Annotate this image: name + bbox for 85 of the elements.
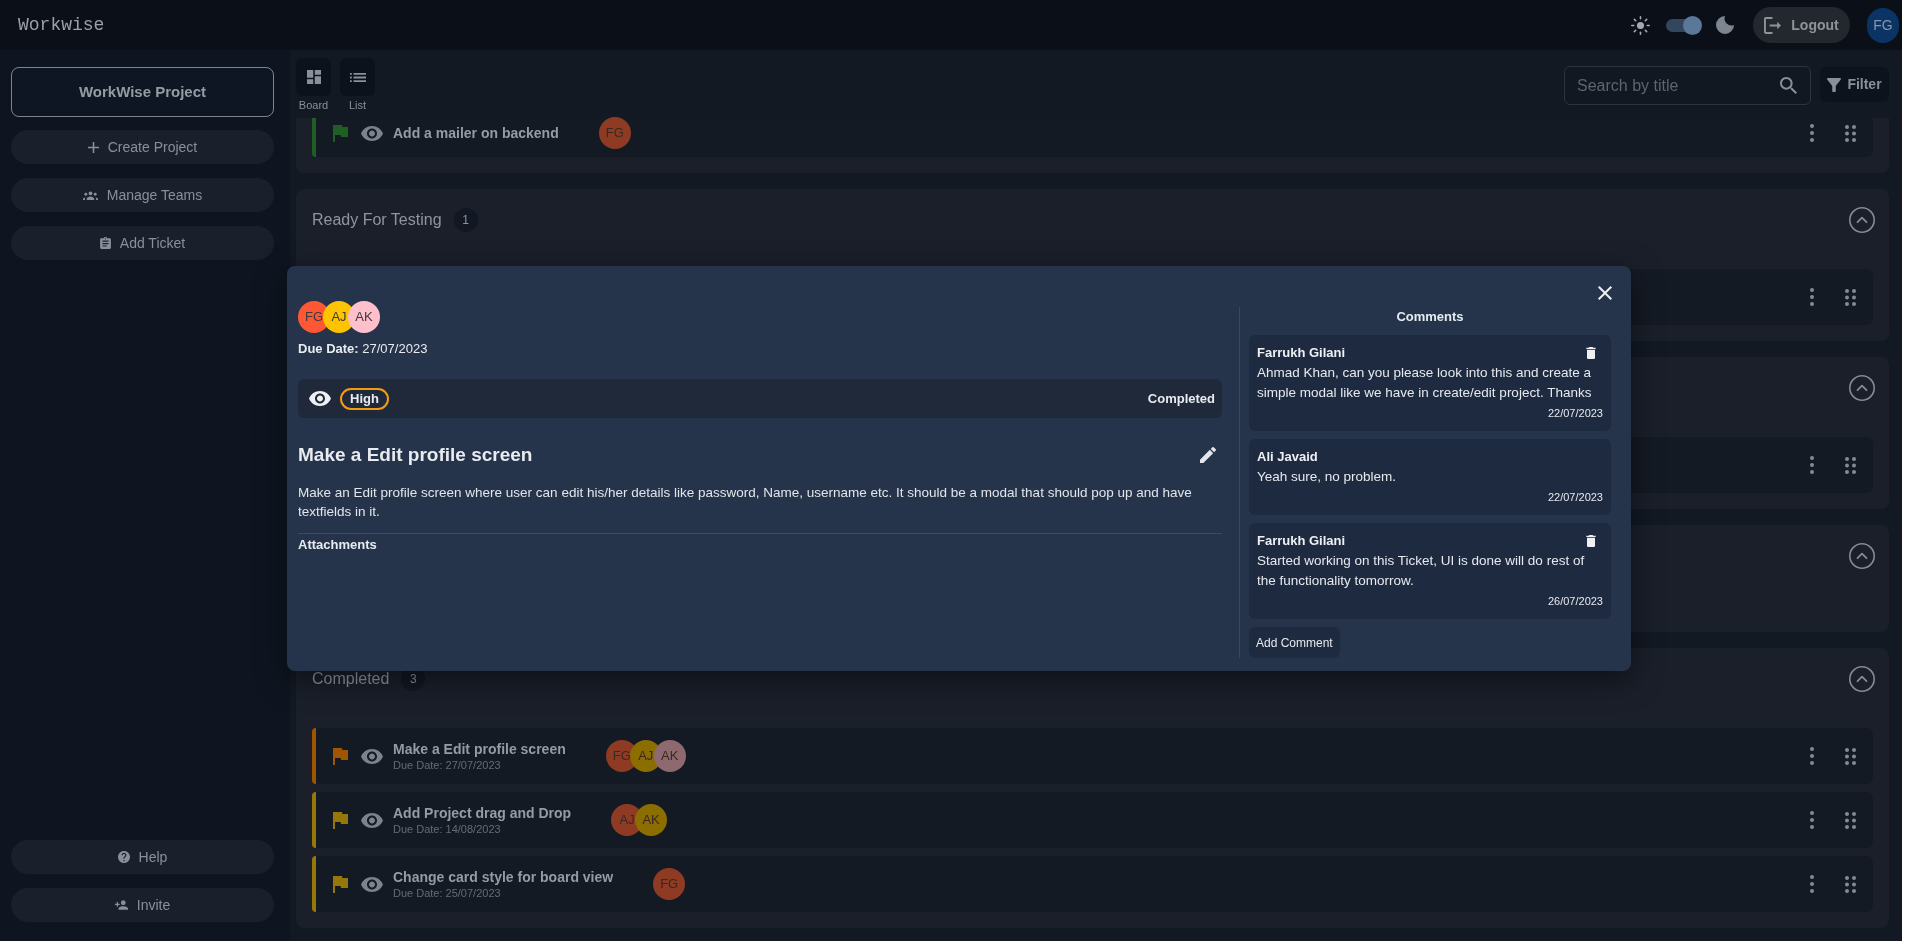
comment-author: Farrukh Gilani	[1257, 344, 1346, 363]
due-date: Due Date: 14/08/2023	[393, 821, 502, 836]
avatar: AK	[635, 804, 668, 836]
due-date: Due Date: 27/07/2023	[298, 340, 429, 358]
section-title: Ready For Testing	[312, 210, 442, 230]
ticket-title: Add Project drag and Drop	[393, 804, 572, 822]
comment-text: Ahmad Khan, can you please look into this and create a simple modal like we have in create/edit project. Thanks	[1257, 364, 1593, 402]
more-options-icon[interactable]	[1810, 875, 1814, 893]
drag-handle-icon[interactable]	[1845, 288, 1856, 306]
app-logo: Workwise	[18, 13, 105, 37]
more-options-icon[interactable]	[1810, 124, 1814, 142]
list-icon	[349, 72, 366, 82]
comment-text: Started working on this Ticket, UI is done will do rest of the functionality tomorrow.	[1257, 552, 1586, 590]
sidebar-button[interactable]: Manage Teams	[11, 178, 274, 212]
chevron-up-icon[interactable]	[1849, 207, 1875, 233]
person-add-icon	[114, 900, 128, 910]
drag-handle-icon[interactable]	[1845, 124, 1856, 142]
status-label: Completed	[1147, 389, 1215, 408]
avatar: AK	[653, 740, 686, 772]
dashboard-icon	[306, 70, 321, 84]
logout-button[interactable]: Logout	[1753, 7, 1850, 43]
comment-text: Yeah sure, no problem.	[1257, 468, 1398, 486]
help-icon	[117, 851, 130, 863]
more-options-icon[interactable]	[1810, 456, 1814, 474]
drag-handle-icon[interactable]	[1845, 875, 1856, 893]
people-group-icon	[82, 190, 98, 200]
project-selector[interactable]: WorkWise Project	[11, 67, 274, 117]
comment-date: 22/07/2023	[1546, 490, 1603, 505]
trash-icon[interactable]	[1586, 535, 1596, 547]
trash-icon[interactable]	[1586, 347, 1596, 359]
drag-handle-icon[interactable]	[1845, 747, 1856, 765]
sidebar-button[interactable]: Add Ticket	[11, 226, 274, 260]
add-comment-button[interactable]: Add Comment	[1249, 627, 1340, 658]
ticket-row[interactable]: Add Project drag and Drop Due Date: 14/08/2023 AJ AK	[312, 792, 1873, 848]
drag-handle-icon[interactable]	[1845, 456, 1856, 474]
flag-icon	[333, 811, 348, 829]
flag-icon	[333, 747, 348, 765]
ticket-title: Add a mailer on backend	[393, 124, 559, 142]
chevron-up-icon[interactable]	[1849, 375, 1875, 401]
due-date: Due Date: 25/07/2023	[393, 885, 502, 900]
count-badge: 1	[453, 208, 478, 232]
search-field[interactable]: Search by title	[1564, 66, 1811, 105]
comment-date: 22/07/2023	[1546, 406, 1603, 421]
plus-icon	[87, 141, 99, 153]
moon-icon	[1716, 16, 1734, 34]
comments-heading: Comments	[1395, 308, 1465, 326]
more-options-icon[interactable]	[1810, 288, 1814, 306]
filter-button[interactable]: Filter	[1820, 67, 1889, 102]
ticket-row[interactable]: Make a Edit profile screen Due Date: 27/07/2023 FG AJ AK	[312, 728, 1873, 784]
avatar: AK	[348, 301, 380, 333]
ticket-description: Make an Edit profile screen where user can edit his/her details like password, Name, username etc. It should be a modal that should pop up and have textfields in it.	[298, 484, 1193, 521]
flag-icon	[333, 124, 348, 142]
chevron-up-icon[interactable]	[1849, 543, 1875, 569]
ticket-title: Make a Edit profile screen	[393, 740, 566, 758]
chevron-up-icon[interactable]	[1849, 666, 1875, 692]
filter-icon	[1827, 77, 1842, 92]
logout-icon	[1764, 16, 1782, 34]
priority-badge: High	[340, 387, 389, 410]
comment-author: Farrukh Gilani	[1257, 532, 1346, 551]
search-icon[interactable]	[1780, 77, 1797, 94]
ticket-title: Make a Edit profile screen	[298, 442, 533, 467]
comment-date: 26/07/2023	[1546, 594, 1603, 609]
more-options-icon[interactable]	[1810, 747, 1814, 765]
comment-author: Ali Javaid	[1257, 448, 1318, 467]
eye-icon[interactable]	[309, 391, 331, 406]
theme-switch[interactable]	[1666, 15, 1702, 35]
section-title: Completed	[312, 669, 390, 689]
due-date: Due Date: 27/07/2023	[393, 757, 502, 772]
ticket-title: Change card style for board view	[393, 868, 614, 886]
sidebar-button[interactable]: Invite	[11, 888, 274, 922]
ticket-row[interactable]: Add a mailer on backend FG	[312, 118, 1873, 157]
sun-icon	[1631, 15, 1650, 35]
user-avatar[interactable]: FG	[1867, 7, 1899, 43]
pencil-icon[interactable]	[1200, 447, 1216, 463]
clipboard-icon	[99, 237, 111, 249]
flag-icon	[333, 875, 348, 893]
attachments-label: Attachments	[298, 537, 378, 553]
avatar: FG	[653, 868, 686, 900]
close-icon[interactable]	[1598, 286, 1612, 300]
sidebar-button[interactable]: Create Project	[11, 130, 274, 164]
ticket-row[interactable]: Change card style for board view Due Date: 25/07/2023 FG	[312, 856, 1873, 912]
drag-handle-icon[interactable]	[1845, 811, 1856, 829]
avatar: FG	[598, 117, 631, 149]
more-options-icon[interactable]	[1810, 811, 1814, 829]
sidebar-button[interactable]: Help	[11, 840, 274, 874]
